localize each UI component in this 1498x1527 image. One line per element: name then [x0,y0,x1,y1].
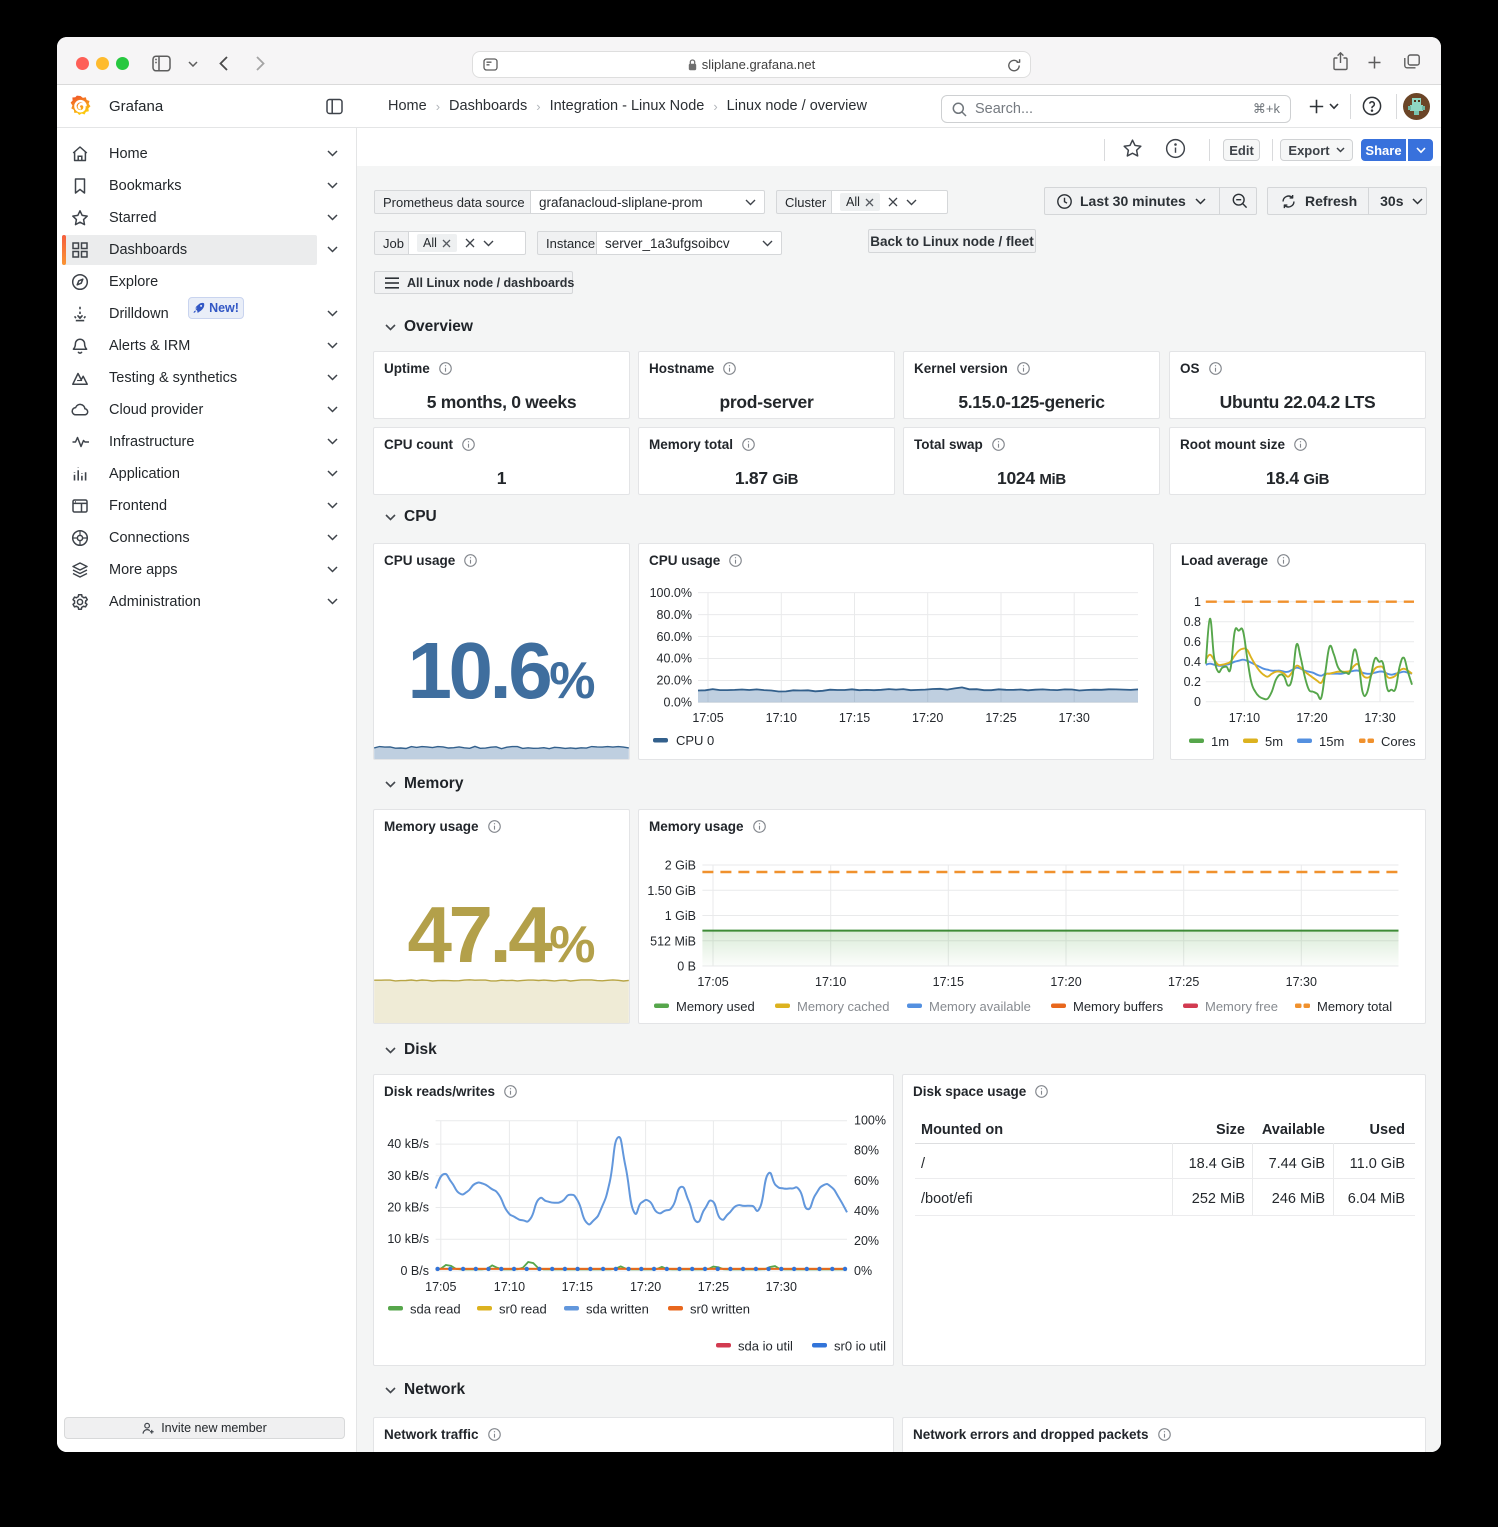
svg-text:Memory available: Memory available [929,999,1031,1014]
svg-text:CPU 0: CPU 0 [676,733,714,748]
svg-text:40 kB/s: 40 kB/s [387,1137,429,1151]
svg-text:17:05: 17:05 [425,1280,456,1294]
svg-text:Memory cached: Memory cached [797,999,889,1014]
svg-text:17:30: 17:30 [1286,975,1317,989]
svg-text:17:05: 17:05 [697,975,728,989]
svg-text:Memory total: Memory total [1317,999,1392,1014]
svg-text:17:20: 17:20 [1296,711,1327,725]
svg-text:10 kB/s: 10 kB/s [387,1232,429,1246]
svg-text:80.0%: 80.0% [657,608,692,622]
svg-text:0.2: 0.2 [1184,675,1201,689]
svg-text:0.8: 0.8 [1184,615,1201,629]
svg-text:Memory free: Memory free [1205,999,1278,1014]
svg-text:Memory used: Memory used [676,999,755,1014]
svg-text:0.6: 0.6 [1184,635,1201,649]
svg-text:17:15: 17:15 [562,1280,593,1294]
svg-text:30 kB/s: 30 kB/s [387,1169,429,1183]
svg-text:100%: 100% [854,1114,886,1128]
svg-text:Cores: Cores [1381,734,1416,749]
svg-text:20.0%: 20.0% [657,674,692,688]
svg-text:sda read: sda read [410,1302,461,1317]
svg-text:2 GiB: 2 GiB [665,859,696,873]
svg-text:17:25: 17:25 [698,1280,729,1294]
svg-text:17:05: 17:05 [692,711,723,725]
svg-text:60.0%: 60.0% [657,630,692,644]
svg-text:17:30: 17:30 [1059,711,1090,725]
svg-text:40.0%: 40.0% [657,652,692,666]
svg-text:0.4: 0.4 [1184,655,1201,669]
svg-text:17:30: 17:30 [766,1280,797,1294]
svg-text:sr0 written: sr0 written [690,1302,750,1317]
svg-text:20%: 20% [854,1234,879,1248]
svg-text:0%: 0% [854,1264,872,1278]
svg-text:17:20: 17:20 [912,711,943,725]
svg-text:17:25: 17:25 [985,711,1016,725]
svg-text:100.0%: 100.0% [650,586,692,600]
svg-text:0.0%: 0.0% [664,695,693,709]
svg-text:17:20: 17:20 [1050,975,1081,989]
svg-text:17:10: 17:10 [494,1280,525,1294]
svg-text:sda io util: sda io util [738,1339,793,1354]
svg-text:17:15: 17:15 [933,975,964,989]
svg-text:17:10: 17:10 [1229,711,1260,725]
svg-text:1 GiB: 1 GiB [665,909,696,923]
svg-text:40%: 40% [854,1204,879,1218]
svg-text:512 MiB: 512 MiB [650,934,696,948]
svg-text:0: 0 [1194,695,1201,709]
svg-text:60%: 60% [854,1174,879,1188]
svg-text:1.50 GiB: 1.50 GiB [647,884,696,898]
svg-text:sr0 io util: sr0 io util [834,1339,886,1354]
svg-text:17:10: 17:10 [815,975,846,989]
svg-text:17:15: 17:15 [839,711,870,725]
svg-text:17:10: 17:10 [766,711,797,725]
svg-text:5m: 5m [1265,734,1283,749]
svg-text:1m: 1m [1211,734,1229,749]
svg-text:17:20: 17:20 [630,1280,661,1294]
svg-text:20 kB/s: 20 kB/s [387,1201,429,1215]
svg-text:Memory buffers: Memory buffers [1073,999,1164,1014]
svg-text:80%: 80% [854,1144,879,1158]
svg-text:0 B: 0 B [677,960,696,974]
svg-text:17:30: 17:30 [1364,711,1395,725]
svg-text:0 B/s: 0 B/s [401,1264,430,1278]
svg-text:17:25: 17:25 [1168,975,1199,989]
svg-text:sr0 read: sr0 read [499,1302,547,1317]
svg-text:15m: 15m [1319,734,1344,749]
svg-text:sda written: sda written [586,1302,649,1317]
svg-text:1: 1 [1194,595,1201,609]
